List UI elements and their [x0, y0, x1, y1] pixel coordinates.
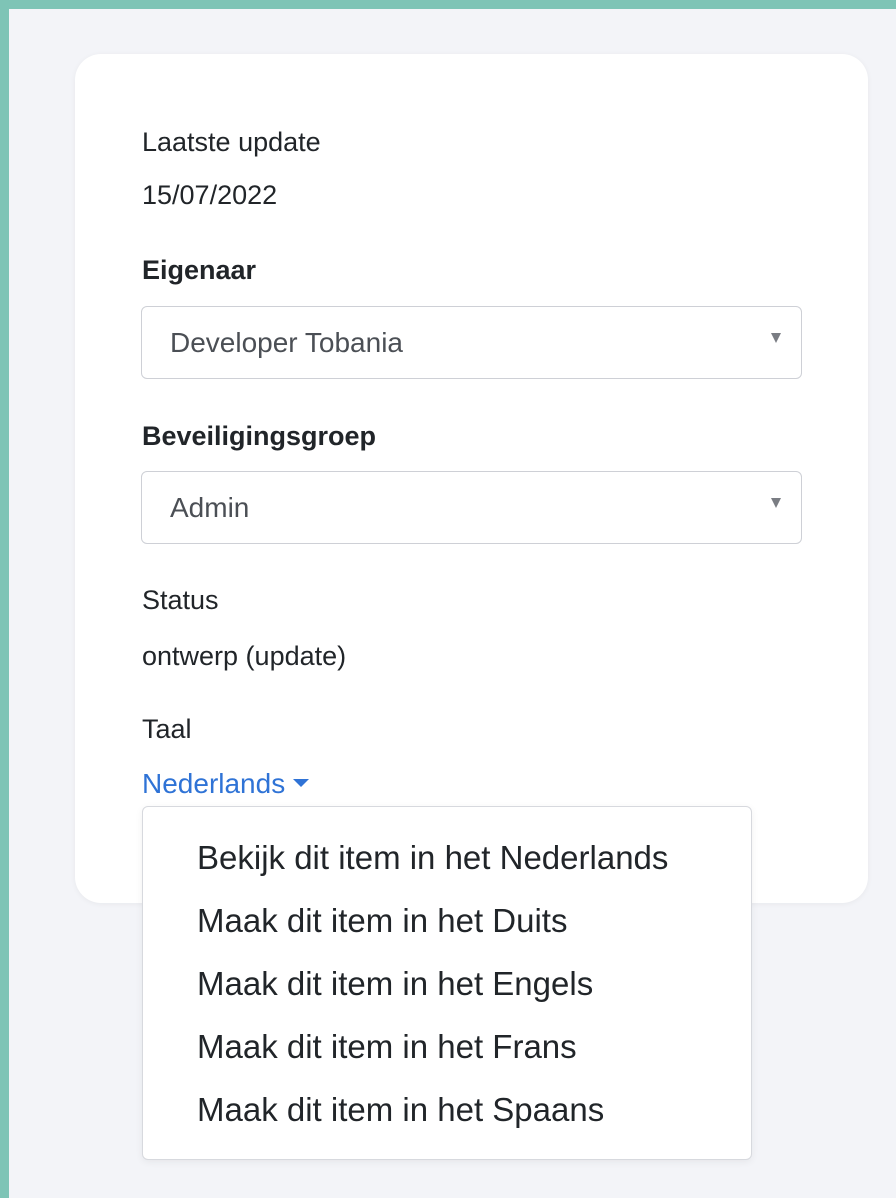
- menu-item-create-german[interactable]: Maak dit item in het Duits: [197, 901, 567, 941]
- menu-item-create-french[interactable]: Maak dit item in het Frans: [197, 1027, 577, 1067]
- security-group-label: Beveiligingsgroep: [142, 421, 377, 451]
- last-update-value: 15/07/2022: [142, 180, 278, 210]
- security-group-select-value: Admin: [170, 492, 250, 523]
- language-current: Nederlands: [142, 768, 286, 799]
- security-group-select[interactable]: Admin: [141, 471, 802, 544]
- status-label: Status: [142, 585, 219, 615]
- menu-item-create-english[interactable]: Maak dit item in het Engels: [197, 964, 593, 1004]
- caret-down-icon: [771, 333, 781, 343]
- last-update-label: Laatste update: [142, 127, 321, 157]
- menu-item-create-spanish[interactable]: Maak dit item in het Spaans: [197, 1090, 604, 1130]
- status-value: ontwerp (update): [142, 641, 347, 671]
- owner-label: Eigenaar: [142, 255, 257, 285]
- caret-down-icon: [771, 498, 781, 508]
- language-label: Taal: [142, 714, 192, 744]
- language-dropdown-toggle[interactable]: Nederlands: [142, 768, 310, 800]
- language-dropdown-menu: Bekijk dit item in het Nederlands Maak d…: [142, 806, 752, 1160]
- caret-down-icon: [293, 778, 310, 787]
- owner-select[interactable]: Developer Tobania: [141, 306, 802, 379]
- owner-select-value: Developer Tobania: [170, 327, 403, 358]
- menu-item-view-dutch[interactable]: Bekijk dit item in het Nederlands: [197, 838, 668, 878]
